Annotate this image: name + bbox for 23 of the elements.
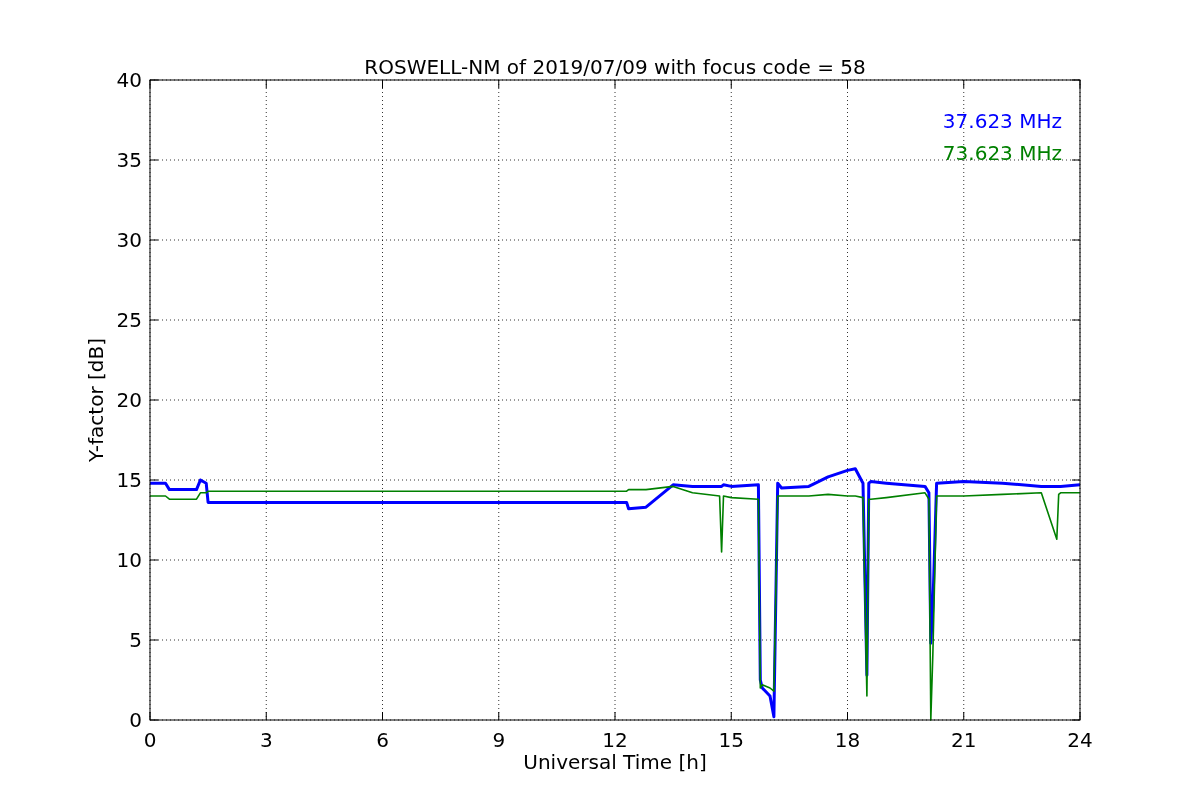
x-axis-label: Universal Time [h] bbox=[523, 750, 707, 774]
legend-label: 37.623 MHz bbox=[942, 109, 1062, 133]
y-axis-label: Y-factor [dB] bbox=[84, 338, 108, 462]
x-tick-label: 6 bbox=[376, 728, 389, 752]
y-tick-label: 20 bbox=[116, 388, 142, 412]
x-tick-label: 21 bbox=[951, 728, 977, 752]
x-tick-label: 12 bbox=[602, 728, 628, 752]
y-tick-label: 10 bbox=[116, 548, 142, 572]
y-tick-label: 40 bbox=[116, 68, 142, 92]
x-tick-label: 24 bbox=[1067, 728, 1093, 752]
y-tick-label: 5 bbox=[129, 628, 142, 652]
y-tick-label: 0 bbox=[129, 708, 142, 732]
x-tick-label: 9 bbox=[492, 728, 506, 752]
x-tick-label: 18 bbox=[834, 728, 861, 752]
legend-label: 73.623 MHz bbox=[942, 141, 1062, 165]
y-tick-label: 25 bbox=[116, 308, 142, 332]
x-tick-label: 0 bbox=[143, 728, 157, 752]
y-tick-label: 30 bbox=[116, 228, 142, 252]
chart-title: ROSWELL-NM of 2019/07/09 with focus code = 58 bbox=[364, 55, 866, 79]
x-tick-label: 3 bbox=[259, 728, 273, 752]
x-tick-label: 15 bbox=[718, 728, 744, 752]
y-tick-label: 15 bbox=[116, 468, 142, 492]
y-tick-label: 35 bbox=[116, 148, 142, 172]
